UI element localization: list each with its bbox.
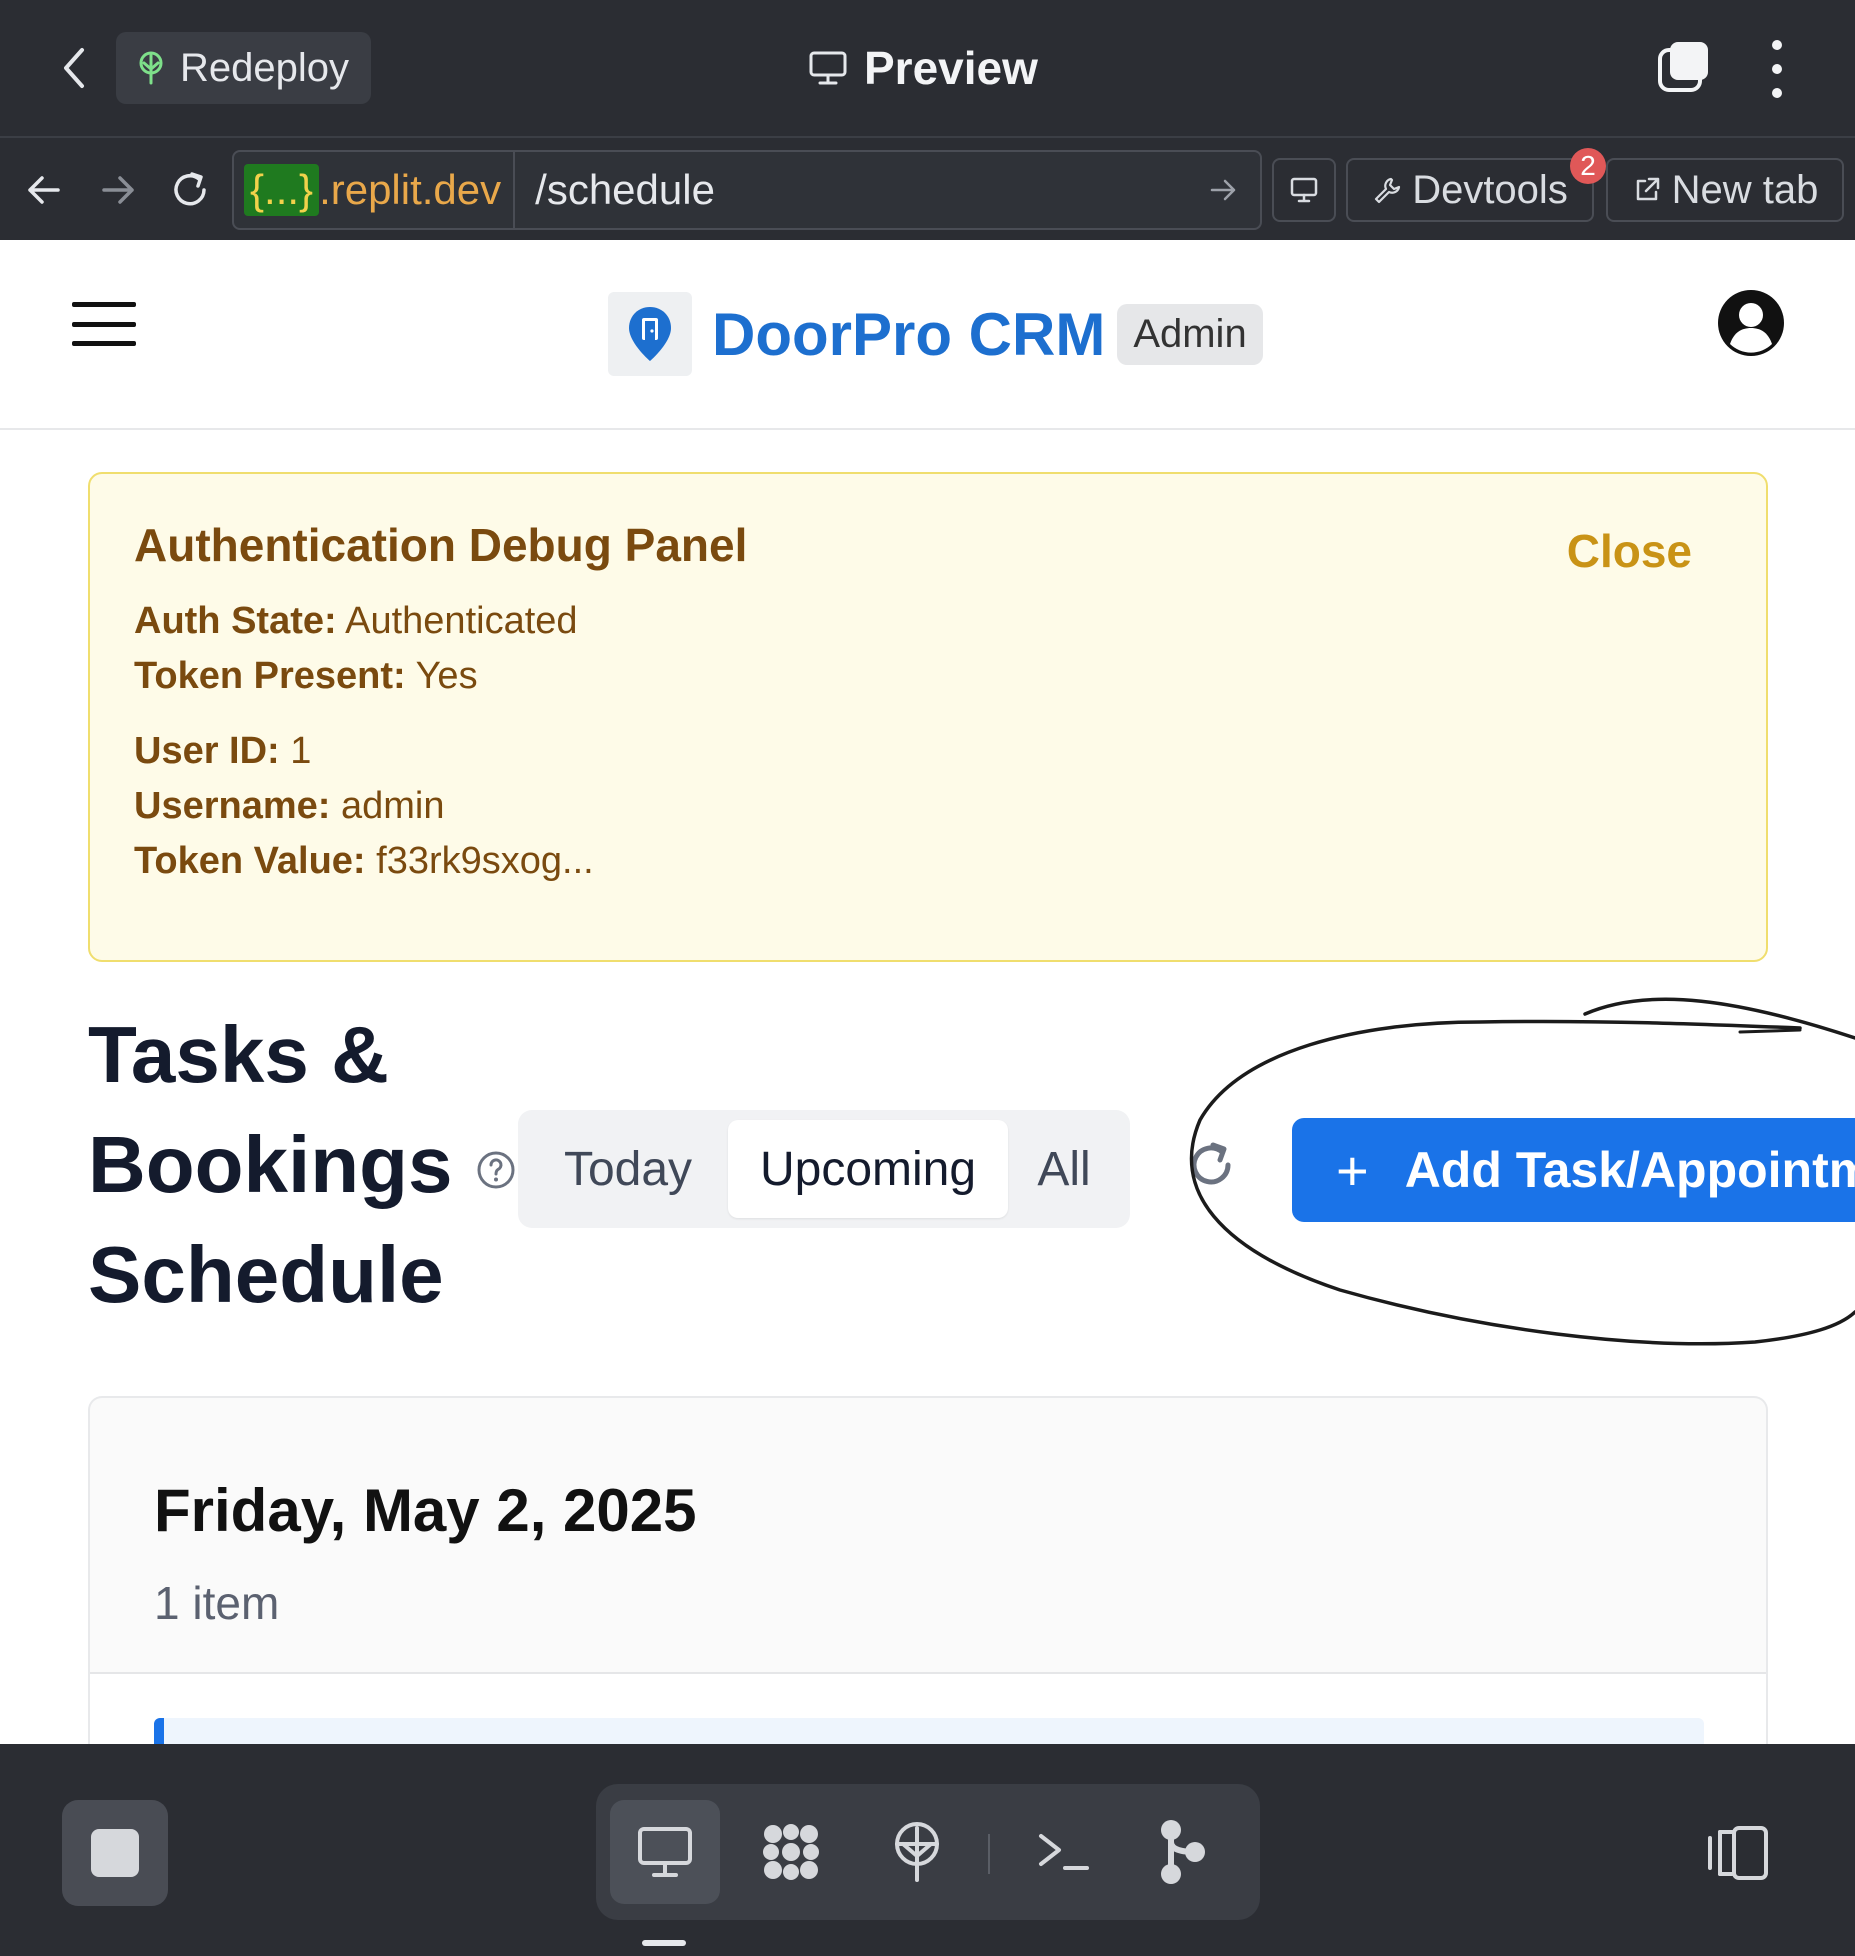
user-id-value: 1 bbox=[290, 730, 312, 772]
preview-title-text: Preview bbox=[864, 42, 1038, 94]
tab-today[interactable]: Today bbox=[528, 1120, 728, 1218]
tab-all[interactable]: All bbox=[1008, 1120, 1120, 1218]
brand-logo bbox=[608, 292, 692, 376]
dock-preview[interactable] bbox=[610, 1800, 720, 1904]
new-tab-label: New tab bbox=[1671, 167, 1819, 212]
git-branch-icon bbox=[1161, 1820, 1205, 1884]
brand-name: DoorPro CRM bbox=[712, 300, 1106, 368]
devtools-notification-badge: 2 bbox=[1570, 148, 1606, 184]
plus-icon: + bbox=[1336, 1138, 1369, 1202]
token-value-value: f33rk9sxog... bbox=[376, 840, 594, 882]
schedule-title: Tasks & Bookings Schedule bbox=[88, 1010, 453, 1319]
username-value: admin bbox=[340, 785, 445, 827]
device-preview-button[interactable] bbox=[1272, 158, 1336, 222]
day-group-date: Friday, May 2, 2025 bbox=[154, 1477, 697, 1544]
token-present-label: Token Present: bbox=[134, 655, 406, 697]
go-arrow-icon[interactable] bbox=[1208, 175, 1238, 205]
menu-icon[interactable] bbox=[72, 302, 136, 346]
wrench-icon bbox=[1375, 177, 1401, 204]
bottom-toolbar bbox=[0, 1744, 1855, 1956]
auth-state-label: Auth State: bbox=[134, 600, 337, 642]
home-indicator bbox=[642, 1940, 686, 1946]
deploy-icon bbox=[139, 51, 163, 85]
add-task-appointment-button[interactable]: + Add Task/Appointment bbox=[1292, 1118, 1855, 1222]
username-label: Username: bbox=[134, 785, 331, 827]
app-bar: Redeploy Preview bbox=[0, 0, 1855, 136]
day-group-items bbox=[90, 1674, 1766, 1744]
auth-state-row: Auth State: Authenticated bbox=[134, 594, 1722, 649]
page-title: Preview bbox=[808, 38, 1038, 98]
url-bar: {...} .replit.dev /schedule Devtools 2 N… bbox=[0, 136, 1855, 240]
deploy-icon bbox=[895, 1822, 939, 1882]
new-tab-button[interactable]: New tab bbox=[1606, 158, 1844, 222]
user-id-row: User ID: 1 bbox=[134, 724, 1722, 779]
user-account-icon[interactable] bbox=[1716, 288, 1786, 358]
url-input[interactable]: {...} .replit.dev /schedule bbox=[232, 150, 1262, 230]
dock-workspace[interactable] bbox=[736, 1800, 846, 1904]
reload-icon[interactable] bbox=[168, 168, 212, 212]
monitor-icon bbox=[638, 1827, 692, 1877]
refresh-icon[interactable] bbox=[1184, 1138, 1238, 1192]
day-group-count: 1 item bbox=[154, 1577, 280, 1629]
add-button-label: Add Task/Appointment bbox=[1404, 1142, 1855, 1198]
terminal-icon bbox=[1039, 1834, 1089, 1870]
help-icon[interactable] bbox=[476, 1150, 516, 1190]
nav-forward-arrow-icon[interactable] bbox=[96, 168, 140, 212]
token-present-value: Yes bbox=[415, 655, 478, 697]
url-host-domain: .replit.dev bbox=[319, 166, 502, 213]
username-row: Username: admin bbox=[134, 779, 1722, 834]
debug-panel-title: Authentication Debug Panel bbox=[134, 519, 748, 571]
stop-button[interactable] bbox=[62, 1800, 168, 1906]
schedule-filter-tabs: Today Upcoming All bbox=[518, 1110, 1130, 1228]
devtools-label: Devtools bbox=[1412, 167, 1568, 212]
tab-upcoming[interactable]: Upcoming bbox=[728, 1120, 1008, 1218]
auth-state-value: Authenticated bbox=[345, 600, 578, 642]
auth-debug-panel: Authentication Debug Panel Close Auth St… bbox=[88, 472, 1768, 962]
brand[interactable]: DoorPro CRM Admin bbox=[608, 292, 1263, 376]
dock-shell[interactable] bbox=[1008, 1800, 1118, 1904]
split-view-icon[interactable] bbox=[1706, 1824, 1770, 1882]
stop-icon bbox=[91, 1829, 139, 1877]
appointment-item[interactable] bbox=[154, 1718, 1704, 1744]
monitor-icon bbox=[809, 51, 847, 85]
url-host-badge: {...} bbox=[244, 164, 320, 216]
external-link-icon bbox=[1636, 177, 1659, 201]
nav-back-arrow-icon[interactable] bbox=[22, 168, 66, 212]
apps-grid-icon bbox=[763, 1824, 819, 1880]
map-pin-door-icon bbox=[629, 307, 671, 361]
tabs-icon[interactable] bbox=[1656, 40, 1712, 96]
role-badge: Admin bbox=[1117, 303, 1263, 365]
more-options-icon[interactable] bbox=[1764, 40, 1790, 98]
tool-dock bbox=[596, 1784, 1260, 1920]
redeploy-button[interactable]: Redeploy bbox=[116, 32, 372, 104]
devtools-button[interactable]: Devtools 2 bbox=[1346, 148, 1606, 222]
token-value-label: Token Value: bbox=[134, 840, 366, 882]
debug-close-button[interactable]: Close bbox=[1567, 524, 1692, 578]
dock-git[interactable] bbox=[1128, 1800, 1238, 1904]
dock-separator bbox=[988, 1834, 990, 1874]
day-group-card: Friday, May 2, 2025 1 item bbox=[88, 1396, 1768, 1744]
token-present-row: Token Present: Yes bbox=[134, 649, 1722, 704]
user-id-label: User ID: bbox=[134, 730, 280, 772]
back-chevron-icon[interactable] bbox=[56, 44, 92, 92]
token-value-row: Token Value: f33rk9sxog... bbox=[134, 834, 1722, 889]
dock-deployments[interactable] bbox=[862, 1800, 972, 1904]
monitor-small-icon bbox=[1290, 177, 1318, 203]
redeploy-label: Redeploy bbox=[180, 45, 350, 90]
site-header: DoorPro CRM Admin bbox=[0, 240, 1855, 430]
url-host: {...} .replit.dev bbox=[234, 152, 516, 228]
url-path: /schedule bbox=[535, 166, 715, 213]
